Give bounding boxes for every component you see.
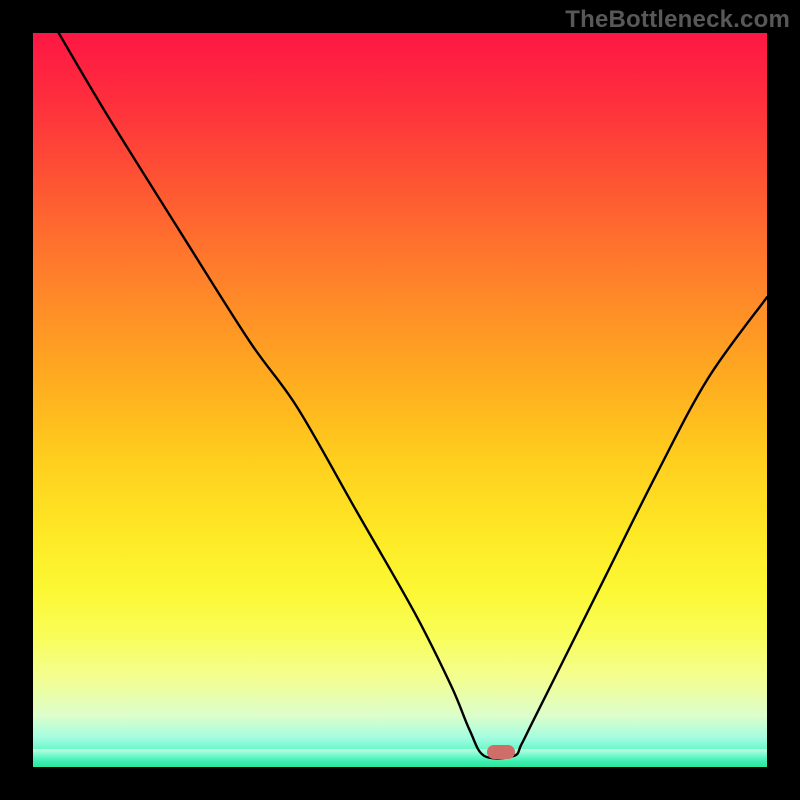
chart-frame: TheBottleneck.com (0, 0, 800, 800)
optimal-marker (487, 745, 515, 759)
watermark-text: TheBottleneck.com (565, 6, 790, 34)
plot-area (33, 33, 767, 767)
bottleneck-curve (33, 33, 767, 767)
